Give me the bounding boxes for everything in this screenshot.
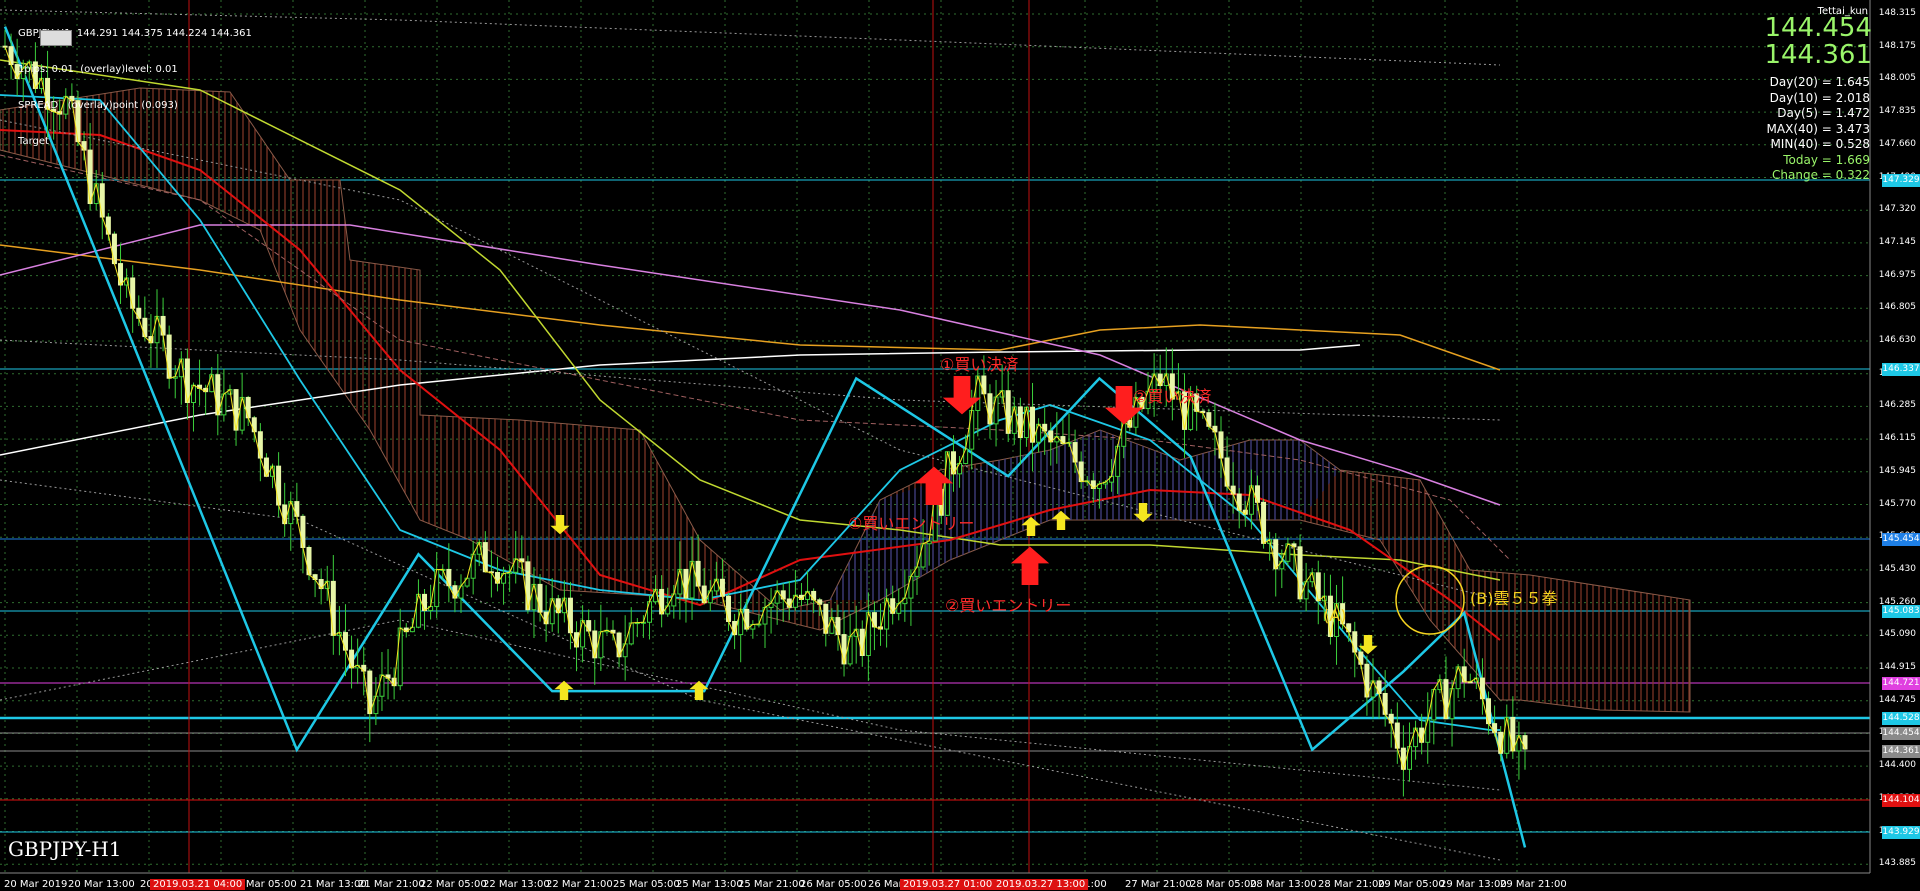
bid-price: 144.361 bbox=[1764, 40, 1872, 70]
price-tick-label: 145.770 bbox=[1878, 498, 1916, 509]
price-tag: 144.721 bbox=[1882, 677, 1920, 690]
symbol-label: GBPJPY-H1 bbox=[8, 837, 122, 861]
time-tick-label: 27 Mar 21:00 bbox=[1125, 879, 1192, 890]
price-tick-label: 145.090 bbox=[1878, 629, 1916, 640]
time-tick-label: 29 Mar 21:00 bbox=[1500, 879, 1567, 890]
price-tag: 144.528 bbox=[1882, 712, 1920, 725]
highlighted-time-label: 2019.03.21 04:00 bbox=[150, 879, 246, 890]
annotation-buy-entry-1: ①買いエントリー bbox=[848, 514, 975, 533]
stat-line: Today = 1.669 bbox=[1783, 152, 1870, 167]
header-line-2: 1pips: 0.01 (overlay)level: 0.01 bbox=[18, 64, 178, 75]
stat-line: MIN(40) = 0.528 bbox=[1770, 137, 1870, 151]
header-line-4: Target bbox=[18, 136, 49, 147]
highlighted-time-label: 2019.03.27 13:00 bbox=[993, 879, 1089, 890]
price-tag: 144.361 bbox=[1882, 745, 1920, 758]
price-tag: 147.329 bbox=[1882, 174, 1920, 187]
price-tick-label: 143.885 bbox=[1878, 858, 1916, 869]
price-tick-label: 146.805 bbox=[1878, 302, 1916, 313]
price-tick-label: 147.145 bbox=[1878, 236, 1916, 247]
price-tick-label: 147.320 bbox=[1878, 204, 1916, 215]
price-tick-label: 145.430 bbox=[1878, 563, 1916, 574]
stat-line: Change = 0.322 bbox=[1772, 168, 1870, 182]
price-tick-label: 144.915 bbox=[1878, 662, 1916, 672]
time-tick-label: 28 Mar 21:00 bbox=[1318, 879, 1385, 890]
highlighted-time-label: 2019.03.27 01:00 bbox=[900, 879, 996, 890]
annotation-buy-entry-2: ②買いエントリー bbox=[945, 596, 1072, 615]
stat-line: Day(20) = 1.645 bbox=[1769, 75, 1870, 89]
price-tick-label: 145.945 bbox=[1878, 465, 1916, 476]
envelope-line bbox=[0, 619, 1501, 791]
time-tick-label: 26 Mar 05:00 bbox=[800, 879, 867, 890]
time-tick-label: 21 Mar 13:00 bbox=[300, 879, 367, 890]
price-tick-label: 144.400 bbox=[1878, 760, 1916, 771]
price-tick-label: 146.285 bbox=[1878, 400, 1916, 411]
annotation-buy-close-2: ②買い決済 bbox=[1133, 387, 1212, 406]
stat-line: Day(10) = 2.018 bbox=[1769, 90, 1870, 105]
price-tick-label: 147.660 bbox=[1878, 138, 1916, 149]
menu-icon[interactable] bbox=[40, 30, 72, 46]
time-tick-label: 20 Mar 13:00 bbox=[68, 879, 135, 890]
price-tick-label: 144.745 bbox=[1878, 694, 1916, 705]
price-tick-label: 148.315 bbox=[1878, 8, 1916, 18]
header-info: GBPJPY,H1 144.291 144.375 144.224 144.36… bbox=[18, 4, 252, 160]
up-arrow-icon bbox=[1010, 546, 1050, 585]
price-tick-label: 148.175 bbox=[1878, 40, 1916, 51]
time-tick-label: 25 Mar 05:00 bbox=[613, 879, 680, 890]
time-tick-label: 29 Mar 05:00 bbox=[1378, 879, 1445, 890]
price-tag: 143.929 bbox=[1882, 826, 1920, 839]
price-tag: 144.454 bbox=[1882, 727, 1920, 740]
stat-line: Day(5) = 1.472 bbox=[1777, 106, 1870, 120]
annotation-buy-close-1: ①買い決済 bbox=[940, 355, 1019, 374]
time-tick-label: 20 Mar 2019 bbox=[4, 879, 68, 890]
ask-price: 144.454 bbox=[1764, 13, 1872, 43]
price-tick-label: 148.005 bbox=[1878, 73, 1916, 84]
time-tick-label: 22 Mar 13:00 bbox=[483, 879, 550, 890]
price-tick-label: 146.115 bbox=[1878, 433, 1916, 444]
time-tick-label: 25 Mar 13:00 bbox=[676, 879, 743, 890]
stat-line: MAX(40) = 3.473 bbox=[1766, 121, 1870, 136]
price-tag: 146.337 bbox=[1882, 363, 1920, 376]
price-chart bbox=[0, 0, 1871, 874]
time-tick-label: 22 Mar 21:00 bbox=[546, 879, 613, 890]
header-line-3: SPREAD (overlay)point (0.093) bbox=[18, 100, 178, 111]
price-tag: 145.083 bbox=[1882, 605, 1920, 618]
price-tag: 145.454 bbox=[1882, 533, 1920, 546]
price-tick-label: 146.975 bbox=[1878, 269, 1916, 280]
time-tick-label: 25 Mar 21:00 bbox=[738, 879, 805, 890]
time-tick-label: 28 Mar 05:00 bbox=[1190, 879, 1257, 890]
price-tag: 144.104 bbox=[1882, 794, 1920, 807]
time-tick-label: 22 Mar 05:00 bbox=[420, 879, 487, 890]
time-tick-label: 28 Mar 13:00 bbox=[1250, 879, 1317, 890]
annotation-a: (A) bbox=[1323, 606, 1347, 625]
price-tick-label: 146.630 bbox=[1878, 335, 1916, 345]
time-tick-label: 29 Mar 13:00 bbox=[1440, 879, 1507, 890]
time-tick-label: 21 Mar 21:00 bbox=[358, 879, 425, 890]
annotation-b: (B)雲５５拳 bbox=[1470, 589, 1558, 608]
price-tick-label: 147.835 bbox=[1878, 106, 1916, 117]
